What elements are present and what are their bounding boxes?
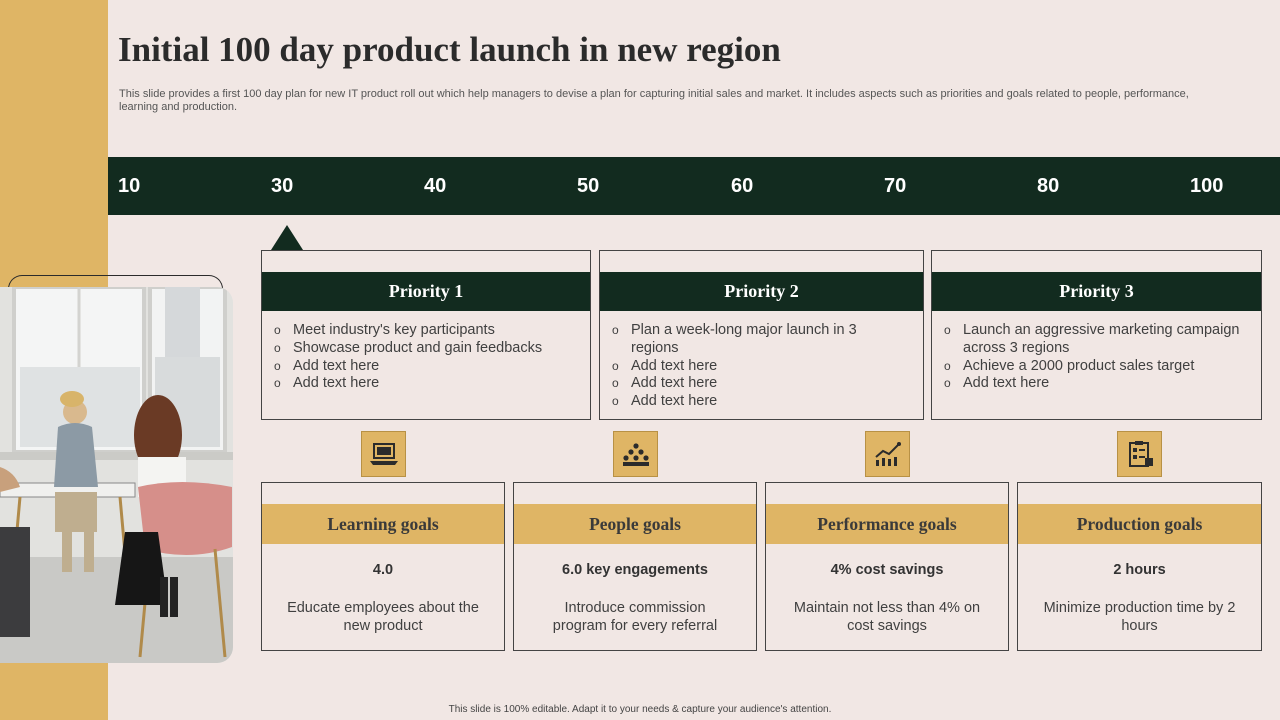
production-goals-box: Production goals 2 hours Minimize produc… [1017, 482, 1262, 651]
list-item: Plan a week-long major launch in 3 regio… [612, 322, 883, 358]
list-item: Meet industry's key participants [274, 322, 582, 340]
timeline-bar: 10 30 40 50 60 70 80 100 [108, 157, 1280, 215]
list-item: Add text here [944, 375, 1253, 393]
people-goals-metric: 6.0 key engagements [562, 562, 708, 578]
people-goals-box: People goals 6.0 key engagements Introdu… [513, 482, 757, 651]
priority-1-list: Meet industry's key participants Showcas… [274, 322, 582, 393]
timeline-tick: 70 [884, 175, 907, 197]
clipboard-icon [1117, 431, 1162, 477]
timeline-tick: 30 [271, 175, 294, 197]
list-item: Achieve a 2000 product sales target [944, 358, 1253, 376]
page-subtitle: This slide provides a first 100 day plan… [119, 88, 1189, 113]
people-group-icon [613, 431, 658, 477]
performance-goals-description: Maintain not less than 4% on cost saving… [793, 600, 981, 634]
performance-goals-header: Performance goals [766, 504, 1008, 544]
learning-goals-description: Educate employees about the new product [287, 600, 479, 634]
list-item: Showcase product and gain feedbacks [274, 340, 582, 358]
timeline-tick: 80 [1037, 175, 1060, 197]
learning-goals-metric: 4.0 [372, 562, 394, 578]
priority-2-header: Priority 2 [600, 272, 923, 311]
list-item: Add text here [612, 375, 883, 393]
list-item: Add text here [612, 393, 883, 411]
performance-goals-metric: 4% cost savings [830, 562, 944, 578]
priority-2-box: Priority 2 Plan a week-long major launch… [599, 250, 924, 420]
footer-note: This slide is 100% editable. Adapt it to… [448, 704, 832, 715]
timeline-pointer [271, 225, 303, 250]
learning-goals-box: Learning goals 4.0 Educate employees abo… [261, 482, 505, 651]
production-goals-metric: 2 hours [1113, 562, 1166, 578]
list-item: Add text here [612, 358, 883, 376]
priority-1-box: Priority 1 Meet industry's key participa… [261, 250, 591, 420]
production-goals-header: Production goals [1018, 504, 1261, 544]
production-goals-description: Minimize production time by 2 hours [1043, 600, 1236, 634]
priority-3-header: Priority 3 [932, 272, 1261, 311]
timeline-tick: 10 [118, 175, 141, 197]
timeline-tick: 50 [577, 175, 600, 197]
people-goals-header: People goals [514, 504, 756, 544]
timeline-tick: 100 [1190, 175, 1224, 197]
list-item: Add text here [274, 358, 582, 376]
timeline-tick: 40 [424, 175, 447, 197]
people-goals-description: Introduce commission program for every r… [552, 600, 718, 634]
laptop-icon [361, 431, 406, 477]
performance-chart-icon [865, 431, 910, 477]
list-item: Add text here [274, 375, 582, 393]
performance-goals-box: Performance goals 4% cost savings Mainta… [765, 482, 1009, 651]
list-item: Launch an aggressive marketing campaign … [944, 322, 1253, 358]
priority-3-list: Launch an aggressive marketing campaign … [944, 322, 1253, 393]
learning-goals-header: Learning goals [262, 504, 504, 544]
priority-2-list: Plan a week-long major launch in 3 regio… [612, 322, 883, 411]
page-title: Initial 100 day product launch in new re… [118, 30, 781, 69]
priority-3-box: Priority 3 Launch an aggressive marketin… [931, 250, 1262, 420]
timeline-tick: 60 [731, 175, 754, 197]
meeting-photo [0, 287, 233, 663]
priority-1-header: Priority 1 [262, 272, 590, 311]
